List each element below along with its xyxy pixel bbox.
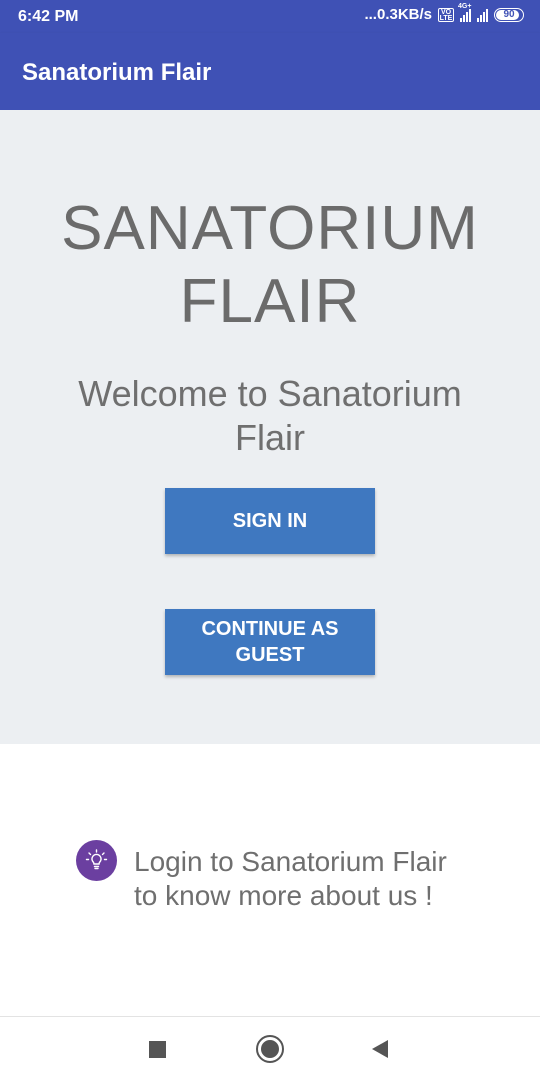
app-title-line1: SANATORIUM — [61, 194, 479, 263]
continue-as-guest-button[interactable]: CONTINUE AS GUEST — [165, 609, 375, 675]
lightbulb-icon — [76, 840, 117, 881]
system-nav-bar — [0, 1016, 540, 1081]
network-type-label: 4G+ — [458, 2, 472, 10]
signal-4g-icon: 4G+ — [458, 3, 471, 22]
back-icon[interactable] — [372, 1040, 388, 1058]
tip-line1: Login to Sanatorium Flair — [134, 846, 447, 877]
sign-in-button[interactable]: SIGN IN — [165, 488, 375, 554]
status-icons: ...0.3KB/s VO LTE 4G+ 90 — [364, 3, 524, 23]
status-bar: 6:42 PM ...0.3KB/s VO LTE 4G+ 90 — [0, 0, 540, 33]
network-speed: ...0.3KB/s — [364, 6, 432, 23]
status-time: 6:42 PM — [18, 8, 79, 25]
app-bar-title: Sanatorium Flair — [22, 59, 212, 86]
volte-icon: VO LTE — [438, 7, 454, 22]
app-title: SANATORIUM FLAIR — [0, 192, 540, 338]
app-title-line2: FLAIR — [179, 267, 361, 336]
hero-section: SANATORIUM FLAIR Welcome to Sanatorium F… — [0, 110, 540, 744]
tip-text: Login to Sanatorium Flair to know more a… — [134, 845, 514, 913]
battery-icon: 90 — [494, 7, 524, 22]
welcome-text: Welcome to Sanatorium Flair — [78, 373, 462, 458]
tip-line2: to know more about us ! — [134, 880, 433, 911]
battery-level: 90 — [503, 9, 515, 20]
recents-icon[interactable] — [149, 1041, 166, 1058]
signal-icon — [477, 8, 488, 22]
home-icon[interactable] — [256, 1035, 284, 1063]
app-bar: Sanatorium Flair — [0, 33, 540, 110]
